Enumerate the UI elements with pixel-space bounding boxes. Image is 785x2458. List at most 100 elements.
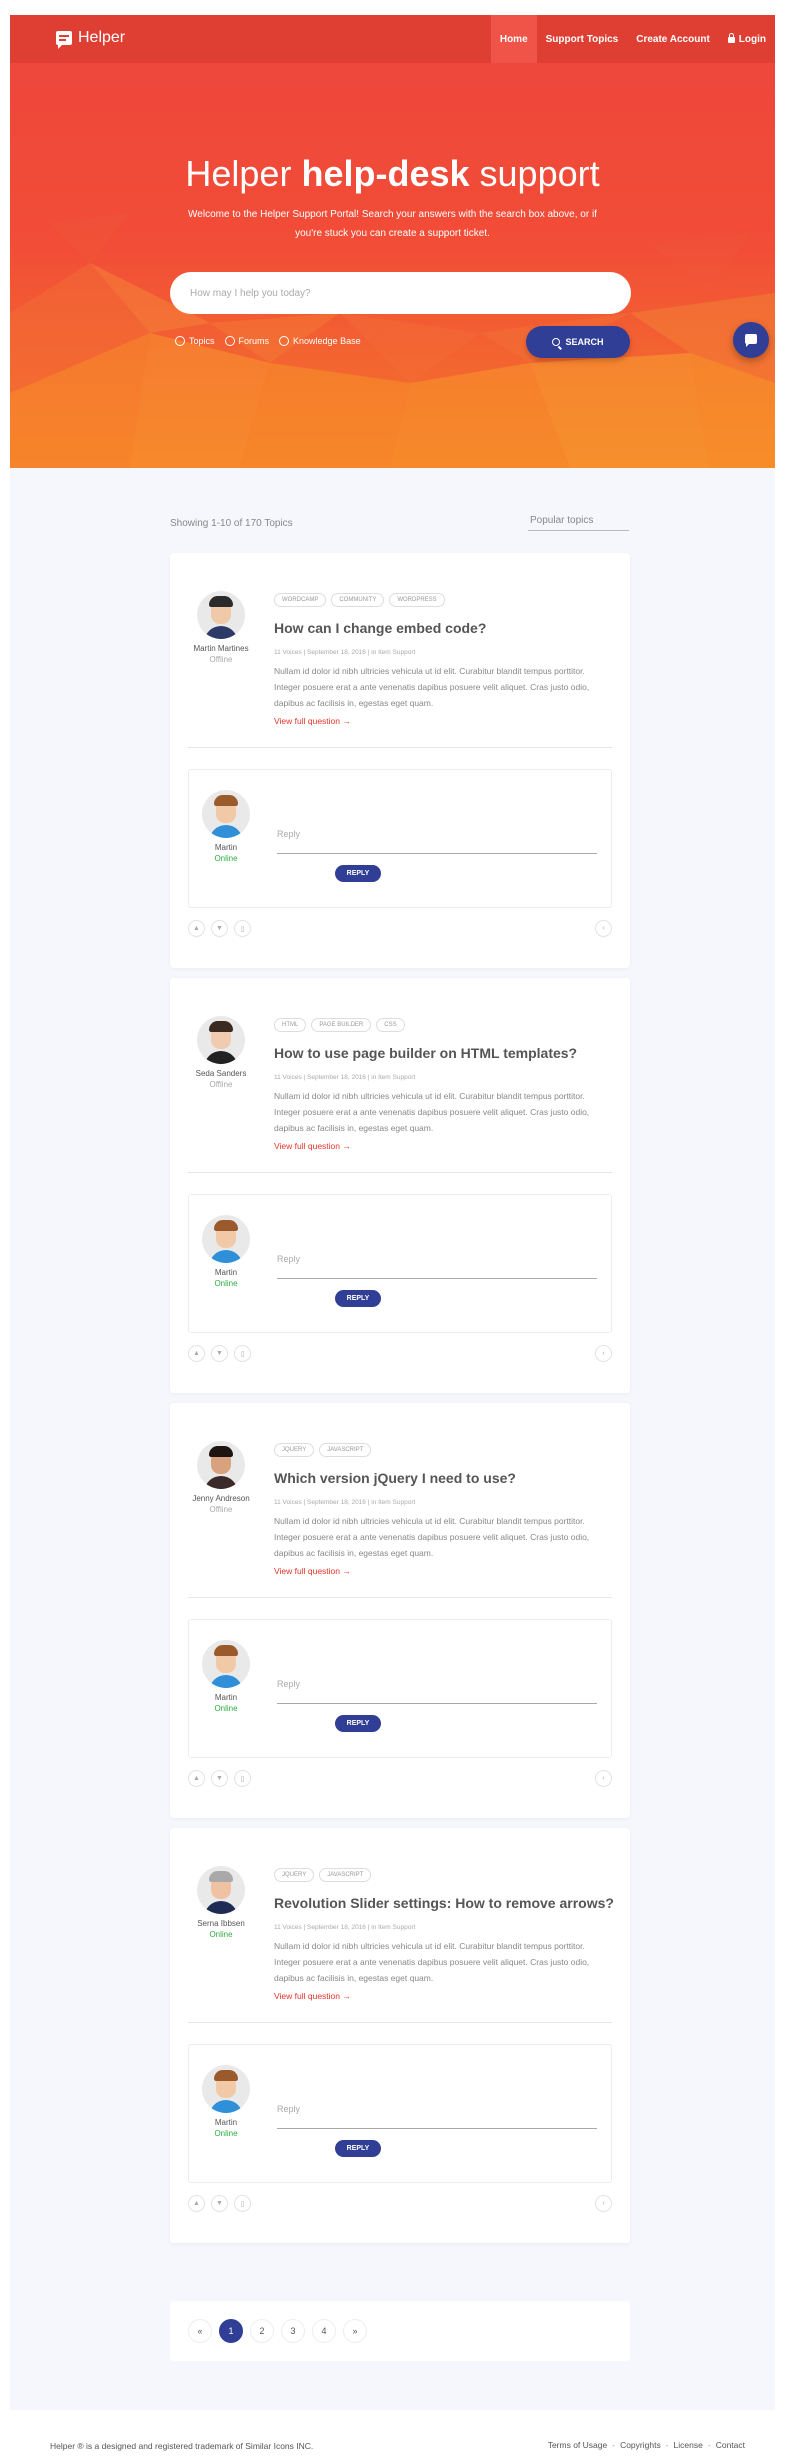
footer-copyrights[interactable]: Copyrights <box>620 2440 661 2450</box>
reply-avatar[interactable] <box>202 1215 250 1263</box>
popular-topics-select[interactable] <box>528 511 629 531</box>
reply-input[interactable] <box>277 1239 597 1279</box>
search-button[interactable]: SEARCH <box>526 326 630 358</box>
thumbs-up-icon[interactable]: ▲ <box>188 920 205 937</box>
author-avatar[interactable] <box>197 1441 245 1489</box>
reply-button[interactable]: REPLY <box>335 1715 381 1732</box>
view-full-question-link[interactable]: View full question → <box>274 1566 351 1576</box>
tag-chip[interactable]: CSS <box>376 1018 405 1032</box>
page-4[interactable]: 4 <box>312 2319 336 2343</box>
nav-support-topics[interactable]: Support Topics <box>537 15 628 63</box>
author-avatar[interactable] <box>197 1866 245 1914</box>
radio-forums[interactable]: Forums <box>224 336 269 346</box>
tag-chip[interactable]: COMMUNITY <box>331 593 385 607</box>
thumbs-down-icon[interactable]: ▼ <box>211 1770 228 1787</box>
reply-button[interactable]: REPLY <box>335 2140 381 2157</box>
tag-chip[interactable]: JAVASCRIPT <box>319 1868 372 1882</box>
thumbs-down-icon[interactable]: ▼ <box>211 920 228 937</box>
vote-actions: ▲ ▼ ▯ <box>188 920 251 937</box>
tag-chip[interactable]: HTML <box>274 1018 307 1032</box>
view-full-question-link[interactable]: View full question → <box>274 1991 351 2001</box>
question-author: Martin Martines Offline <box>190 591 252 664</box>
pagination: « 1 2 3 4 » <box>170 2301 630 2361</box>
share-icon[interactable]: ‹ <box>595 2195 612 2212</box>
question-title[interactable]: How to use page builder on HTML template… <box>274 1045 577 1061</box>
tag-list: JQUERY JAVASCRIPT <box>274 1868 372 1882</box>
author-avatar[interactable] <box>197 591 245 639</box>
reply-avatar[interactable] <box>202 790 250 838</box>
share-icon[interactable]: ‹ <box>595 1770 612 1787</box>
reply-author-status: Online <box>214 854 238 863</box>
vote-actions: ▲ ▼ ▯ <box>188 1770 251 1787</box>
question-title[interactable]: Revolution Slider settings: How to remov… <box>274 1895 614 1911</box>
tag-chip[interactable]: JAVASCRIPT <box>319 1443 372 1457</box>
reply-input[interactable] <box>277 814 597 854</box>
results-count: Showing 1-10 of 170 Topics <box>170 518 293 529</box>
thumbs-up-icon[interactable]: ▲ <box>188 1345 205 1362</box>
bookmark-icon[interactable]: ▯ <box>234 1345 251 1362</box>
page-2[interactable]: 2 <box>250 2319 274 2343</box>
reply-button[interactable]: REPLY <box>335 1290 381 1307</box>
reply-box: Martin Online REPLY <box>188 769 612 908</box>
question-title[interactable]: Which version jQuery I need to use? <box>274 1470 516 1486</box>
thumbs-up-icon[interactable]: ▲ <box>188 2195 205 2212</box>
reply-author: Martin Online <box>195 1640 257 1713</box>
view-full-question-link[interactable]: View full question → <box>274 716 351 726</box>
tag-chip[interactable]: PAGE BUILDER <box>311 1018 372 1032</box>
bookmark-icon[interactable]: ▯ <box>234 920 251 937</box>
footer-contact[interactable]: Contact <box>716 2440 745 2450</box>
question-meta: 11 Voices | September 18, 2016 | in Item… <box>274 1499 416 1506</box>
thumbs-up-icon[interactable]: ▲ <box>188 1770 205 1787</box>
radio-topics[interactable]: Topics <box>175 336 215 346</box>
page-1[interactable]: 1 <box>219 2319 243 2343</box>
reply-author: Martin Online <box>195 2065 257 2138</box>
tag-chip[interactable]: WORDCAMP <box>274 593 327 607</box>
reply-author-name: Martin <box>214 1693 238 1702</box>
question-excerpt: Nullam id dolor id nibh ultricies vehicu… <box>274 666 590 708</box>
search-input[interactable] <box>170 272 631 314</box>
author-status: Offline <box>209 655 233 664</box>
reply-input[interactable] <box>277 1664 597 1704</box>
question-excerpt: Nullam id dolor id nibh ultricies vehicu… <box>274 1516 590 1558</box>
view-full-question-link[interactable]: View full question → <box>274 1141 351 1151</box>
page-next[interactable]: » <box>343 2319 367 2343</box>
reply-avatar[interactable] <box>202 2065 250 2113</box>
radio-knowledge-base[interactable]: Knowledge Base <box>279 336 361 346</box>
share-icon[interactable]: ‹ <box>595 1345 612 1362</box>
share-icon[interactable]: ‹ <box>595 920 612 937</box>
thumbs-down-icon[interactable]: ▼ <box>211 2195 228 2212</box>
author-name: Jenny Andreson <box>192 1494 250 1503</box>
brand[interactable]: Helper <box>56 29 125 49</box>
footer-license[interactable]: License <box>674 2440 703 2450</box>
topic-card: Serna Ibbsen Online JQUERY JAVASCRIPT Revolu… <box>170 1828 630 2243</box>
chat-fab-button[interactable] <box>733 322 769 358</box>
reply-box: Martin Online REPLY <box>188 1194 612 1333</box>
nav-login[interactable]: Login <box>719 15 775 63</box>
bookmark-icon[interactable]: ▯ <box>234 2195 251 2212</box>
page-prev[interactable]: « <box>188 2319 212 2343</box>
reply-author-name: Martin <box>214 2118 238 2127</box>
reply-box: Martin Online REPLY <box>188 2044 612 2183</box>
search-icon <box>552 338 561 346</box>
reply-input[interactable] <box>277 2089 597 2129</box>
nav-create-account[interactable]: Create Account <box>627 15 719 63</box>
reply-avatar[interactable] <box>202 1640 250 1688</box>
question-author: Seda Sanders Offline <box>190 1016 252 1089</box>
page-3[interactable]: 3 <box>281 2319 305 2343</box>
reply-author: Martin Online <box>195 790 257 863</box>
reply-author-name: Martin <box>214 1268 238 1277</box>
tag-chip[interactable]: JQUERY <box>274 1868 315 1882</box>
reply-button[interactable]: REPLY <box>335 865 381 882</box>
footer-terms[interactable]: Terms of Usage <box>548 2440 608 2450</box>
question-title[interactable]: How can I change embed code? <box>274 620 486 636</box>
bookmark-icon[interactable]: ▯ <box>234 1770 251 1787</box>
radio-circle-icon <box>279 336 290 346</box>
tag-chip[interactable]: JQUERY <box>274 1443 315 1457</box>
main-menu: Home Support Topics Create Account Login <box>490 15 775 63</box>
author-avatar[interactable] <box>197 1016 245 1064</box>
question-meta: 11 Voices | September 18, 2016 | in Item… <box>274 649 416 656</box>
thumbs-down-icon[interactable]: ▼ <box>211 1345 228 1362</box>
nav-home[interactable]: Home <box>490 15 537 63</box>
question-meta: 11 Voices | September 18, 2016 | in Item… <box>274 1924 416 1931</box>
tag-chip[interactable]: WORDPRESS <box>389 593 445 607</box>
